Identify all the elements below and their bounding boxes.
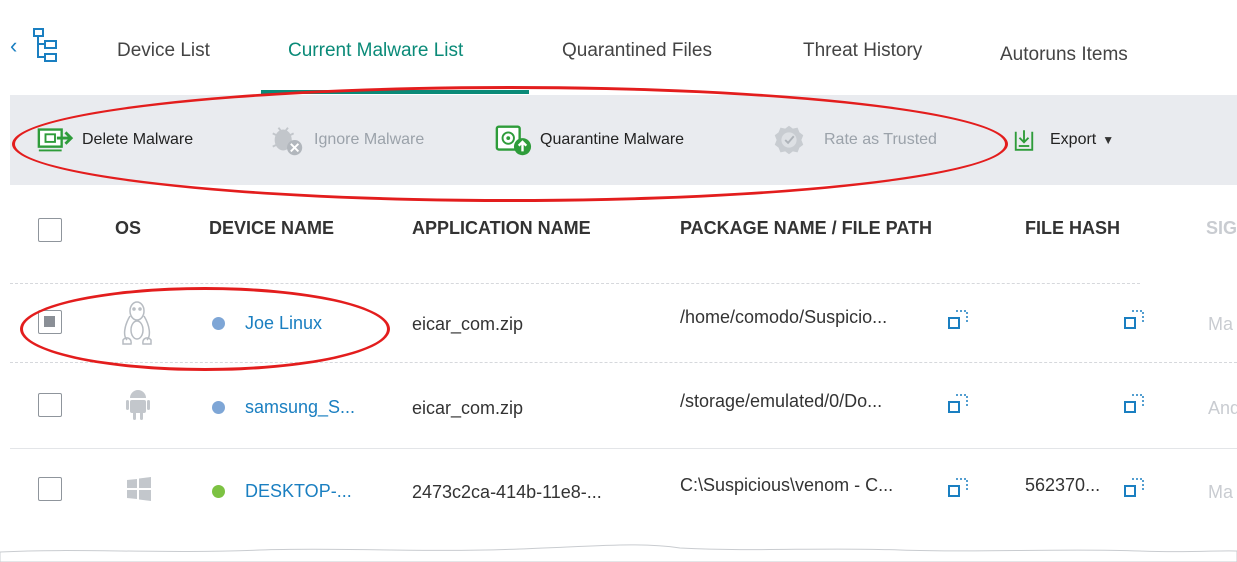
linux-icon [122,301,152,345]
ignore-malware-icon [272,127,303,156]
action-toolbar: Delete Malware Ignore Malware Quarantine… [10,95,1237,185]
tab-current-malware-list[interactable]: Current Malware List [288,40,463,62]
signature: And [1208,398,1237,418]
column-header-application-name[interactable]: APPLICATION NAME [412,218,591,239]
back-chevron-icon[interactable]: ‹ [10,35,24,60]
tree-view-icon[interactable] [30,26,60,66]
file-hash: 562370... [1025,475,1101,495]
select-all-checkbox[interactable] [38,218,62,242]
ignore-malware-label: Ignore Malware [314,131,425,148]
quarantine-malware-button[interactable]: Quarantine Malware [494,95,684,185]
row-divider [10,362,1237,363]
torn-edge-decoration [0,544,1237,562]
export-icon [1014,130,1034,151]
ignore-malware-button[interactable]: Ignore Malware [268,95,424,185]
column-header-file-hash[interactable]: FILE HASH [1025,218,1120,239]
column-header-device-name[interactable]: DEVICE NAME [209,218,334,239]
android-icon [126,390,150,420]
copy-hash-icon[interactable] [1123,476,1147,500]
copy-path-icon[interactable] [947,392,971,416]
signature: Ma [1208,314,1234,334]
tab-device-list[interactable]: Device List [117,40,210,62]
chevron-down-icon: ▼ [1102,133,1115,147]
quarantine-malware-label: Quarantine Malware [540,131,685,148]
delete-malware-icon [37,128,74,152]
row-divider [10,448,1237,449]
rate-as-trusted-button[interactable]: Rate as Trusted [770,95,937,185]
file-path: /home/comodo/Suspicio... [680,307,888,327]
file-path: C:\Suspicious\venom - C... [680,475,894,495]
rate-trusted-icon [774,125,804,155]
tab-bar: ‹ Device List Current Malware List Quara… [0,0,1237,95]
copy-hash-icon[interactable] [1123,392,1147,416]
tab-threat-history[interactable]: Threat History [803,40,922,62]
status-dot [212,317,225,330]
copy-path-icon[interactable] [947,476,971,500]
signature: Ma [1208,482,1234,502]
row-checkbox[interactable] [38,310,62,334]
windows-icon [127,477,151,501]
tab-quarantined-files[interactable]: Quarantined Files [562,40,712,62]
delete-malware-button[interactable]: Delete Malware [36,95,193,185]
active-tab-indicator [261,90,529,94]
column-header-signature[interactable]: SIG [1206,218,1237,239]
application-name: eicar_com.zip [412,314,524,334]
quarantine-malware-icon [495,125,532,156]
column-header-package-path[interactable]: PACKAGE NAME / FILE PATH [680,218,932,239]
application-name: 2473c2ca-414b-11e8-... [412,482,602,502]
row-annotation-ellipse [20,287,390,371]
device-name-link[interactable]: samsung_S... [245,397,355,418]
row-checkbox[interactable] [38,477,62,501]
delete-malware-label: Delete Malware [82,131,194,148]
header-divider [10,283,1140,284]
export-dropdown-button[interactable]: Export ▼ [1012,95,1114,185]
device-name-link[interactable]: DESKTOP-... [245,481,352,502]
tab-autoruns-items[interactable]: Autoruns Items [1000,44,1128,66]
copy-hash-icon[interactable] [1123,308,1147,332]
rate-as-trusted-label: Rate as Trusted [824,131,937,148]
column-header-os[interactable]: OS [115,218,141,239]
export-label: Export [1050,131,1097,148]
device-name-link[interactable]: Joe Linux [245,313,322,334]
row-checkbox[interactable] [38,393,62,417]
status-dot [212,401,225,414]
file-path: /storage/emulated/0/Do... [680,391,883,411]
application-name: eicar_com.zip [412,398,524,418]
copy-path-icon[interactable] [947,308,971,332]
status-dot [212,485,225,498]
